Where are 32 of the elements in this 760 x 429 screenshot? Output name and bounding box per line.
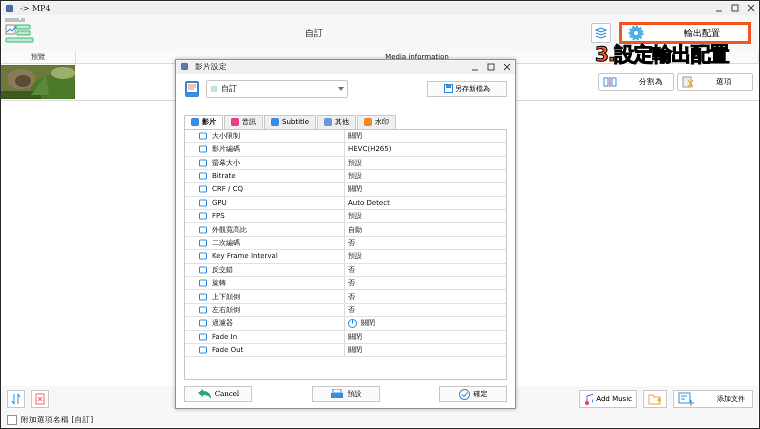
preset-dropdown[interactable]: 自訂 xyxy=(206,80,348,98)
output-profile-button[interactable]: 輸出配置 xyxy=(619,22,751,44)
printer-icon xyxy=(330,389,344,399)
remove-icon xyxy=(35,393,45,405)
caret-icon xyxy=(338,86,344,91)
sort-button[interactable] xyxy=(7,390,25,408)
close-icon[interactable] xyxy=(747,4,755,12)
folder-icon xyxy=(648,393,662,405)
maximize-icon[interactable] xyxy=(487,62,495,71)
sort-icon xyxy=(11,393,21,405)
step-annotation: 3.設定輸出配置 xyxy=(595,41,729,68)
remove-button[interactable] xyxy=(31,390,49,408)
layers-button[interactable] xyxy=(591,23,611,43)
append-name-checkbox[interactable] xyxy=(7,415,17,425)
document-list-icon xyxy=(184,80,200,98)
add-file-icon xyxy=(678,392,694,406)
app-icon xyxy=(5,4,14,12)
layers-icon xyxy=(595,27,607,39)
close-icon[interactable] xyxy=(503,62,511,71)
dialog-icon xyxy=(180,62,189,72)
document-icon xyxy=(682,76,694,88)
back-arrow-icon xyxy=(196,389,211,399)
split-icon xyxy=(603,77,617,87)
preset-icon xyxy=(210,84,218,93)
save-icon xyxy=(444,84,453,94)
profile-name: 自訂 xyxy=(304,28,324,40)
music-icon xyxy=(584,393,594,405)
gear-icon xyxy=(628,25,644,41)
power-icon xyxy=(348,318,357,328)
maximize-icon[interactable] xyxy=(731,4,739,12)
check-icon xyxy=(458,388,470,400)
window-title: -> MP4 xyxy=(20,4,51,12)
